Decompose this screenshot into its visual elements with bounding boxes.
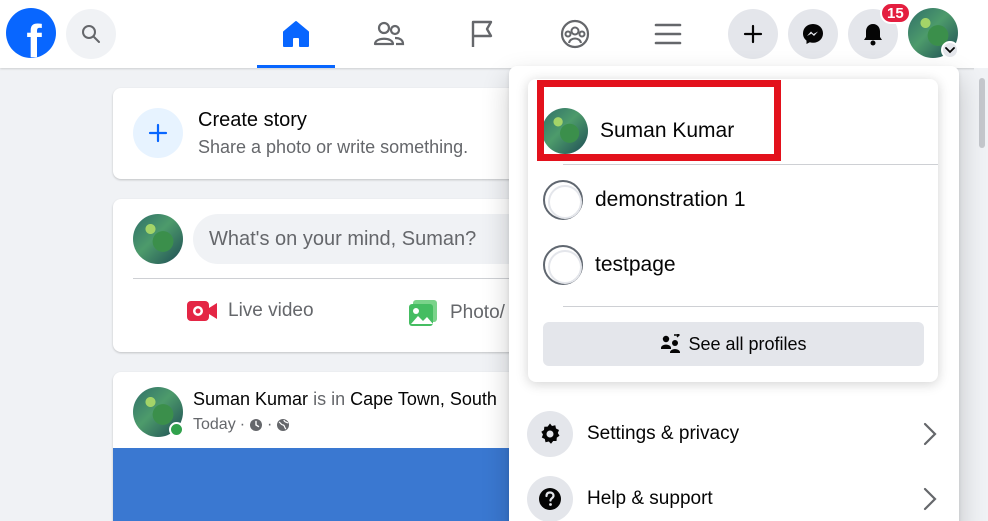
profiles-separator-top — [563, 164, 938, 165]
switch-profiles-icon — [661, 334, 681, 353]
tab-groups[interactable] — [536, 0, 614, 68]
settings-privacy-item[interactable]: Settings & privacy — [527, 406, 947, 462]
photo-video-label: Photo/ — [450, 302, 505, 323]
online-status-dot — [169, 422, 184, 437]
live-video-label: Live video — [228, 300, 314, 321]
profiles-card: Suman Kumar demonstration 1 testpage See… — [528, 79, 938, 382]
messenger-button[interactable] — [788, 9, 838, 59]
friends-icon — [373, 21, 405, 46]
top-navigation-bar: f 15 — [0, 0, 988, 68]
profile-row-testpage[interactable]: testpage — [543, 245, 676, 285]
feed-post-card: Suman Kumar is in Cape Town, South Today… — [113, 372, 533, 521]
account-chevron[interactable] — [941, 41, 959, 59]
gear-icon — [541, 423, 560, 444]
post-location[interactable]: Cape Town, South — [350, 389, 497, 409]
tab-menu[interactable] — [629, 0, 707, 68]
post-meta-separator-2: · — [267, 416, 273, 433]
post-header: Suman Kumar is in Cape Town, South — [193, 389, 497, 410]
tab-pages[interactable] — [443, 0, 521, 68]
post-image[interactable] — [113, 448, 533, 521]
bell-icon — [864, 24, 882, 46]
post-time[interactable]: Today — [193, 416, 236, 434]
post-meta-separator: · — [239, 416, 246, 433]
tab-friends[interactable] — [350, 0, 428, 68]
composer-input[interactable]: What's on your mind, Suman? — [193, 214, 533, 264]
home-icon — [283, 21, 309, 47]
search-icon — [82, 25, 100, 43]
profile-row-demonstration-1[interactable]: demonstration 1 — [543, 180, 746, 220]
messenger-icon — [803, 24, 823, 44]
chevron-right-icon — [923, 487, 937, 511]
chevron-down-icon — [945, 47, 955, 54]
profile-name: testpage — [595, 253, 676, 276]
scrollbar-thumb[interactable] — [979, 78, 985, 148]
menu-icon — [654, 23, 682, 45]
flag-icon — [471, 20, 493, 47]
see-all-profiles-label: See all profiles — [688, 333, 807, 354]
post-author-name[interactable]: Suman Kumar — [193, 389, 308, 409]
settings-icon-circle — [527, 411, 573, 457]
globe-icon — [277, 419, 290, 431]
post-meta: Today · · — [193, 416, 290, 434]
help-support-label: Help & support — [587, 488, 713, 509]
create-story-title: Create story — [198, 109, 307, 131]
photo-video-button[interactable]: Photo/ — [408, 299, 505, 327]
help-icon-circle — [527, 476, 573, 521]
live-video-button[interactable]: Live video — [186, 299, 314, 323]
create-story-subtitle: Share a photo or write something. — [198, 137, 469, 157]
create-story-card[interactable]: Create story Share a photo or write some… — [113, 88, 533, 179]
groups-icon — [560, 19, 590, 49]
see-all-profiles-button[interactable]: See all profiles — [543, 322, 924, 366]
notification-badge: 15 — [880, 2, 911, 24]
composer-avatar[interactable] — [133, 214, 183, 264]
profile-name: demonstration 1 — [595, 188, 746, 211]
photo-icon — [409, 300, 437, 326]
search-button[interactable] — [66, 9, 116, 59]
facebook-logo-letter: f — [26, 15, 42, 58]
highlight-box — [537, 80, 781, 161]
account-dropdown-menu: Suman Kumar demonstration 1 testpage See… — [509, 66, 959, 521]
tab-home[interactable] — [257, 0, 335, 68]
clock-icon — [250, 419, 263, 431]
settings-privacy-label: Settings & privacy — [587, 423, 740, 444]
plus-icon — [743, 24, 763, 44]
help-support-item[interactable]: Help & support — [527, 471, 947, 521]
composer-divider — [133, 278, 533, 279]
post-composer-card: What's on your mind, Suman? Live video P… — [113, 199, 533, 352]
help-icon — [539, 488, 561, 510]
page-avatar — [543, 245, 583, 285]
create-story-plus-icon — [133, 108, 183, 158]
page-avatar — [543, 180, 583, 220]
post-connector-text: is in — [313, 389, 346, 409]
create-button[interactable] — [728, 9, 778, 59]
profiles-separator-bottom — [563, 306, 938, 307]
facebook-logo[interactable]: f — [6, 8, 56, 58]
chevron-right-icon — [923, 422, 937, 446]
live-video-icon — [187, 301, 217, 321]
